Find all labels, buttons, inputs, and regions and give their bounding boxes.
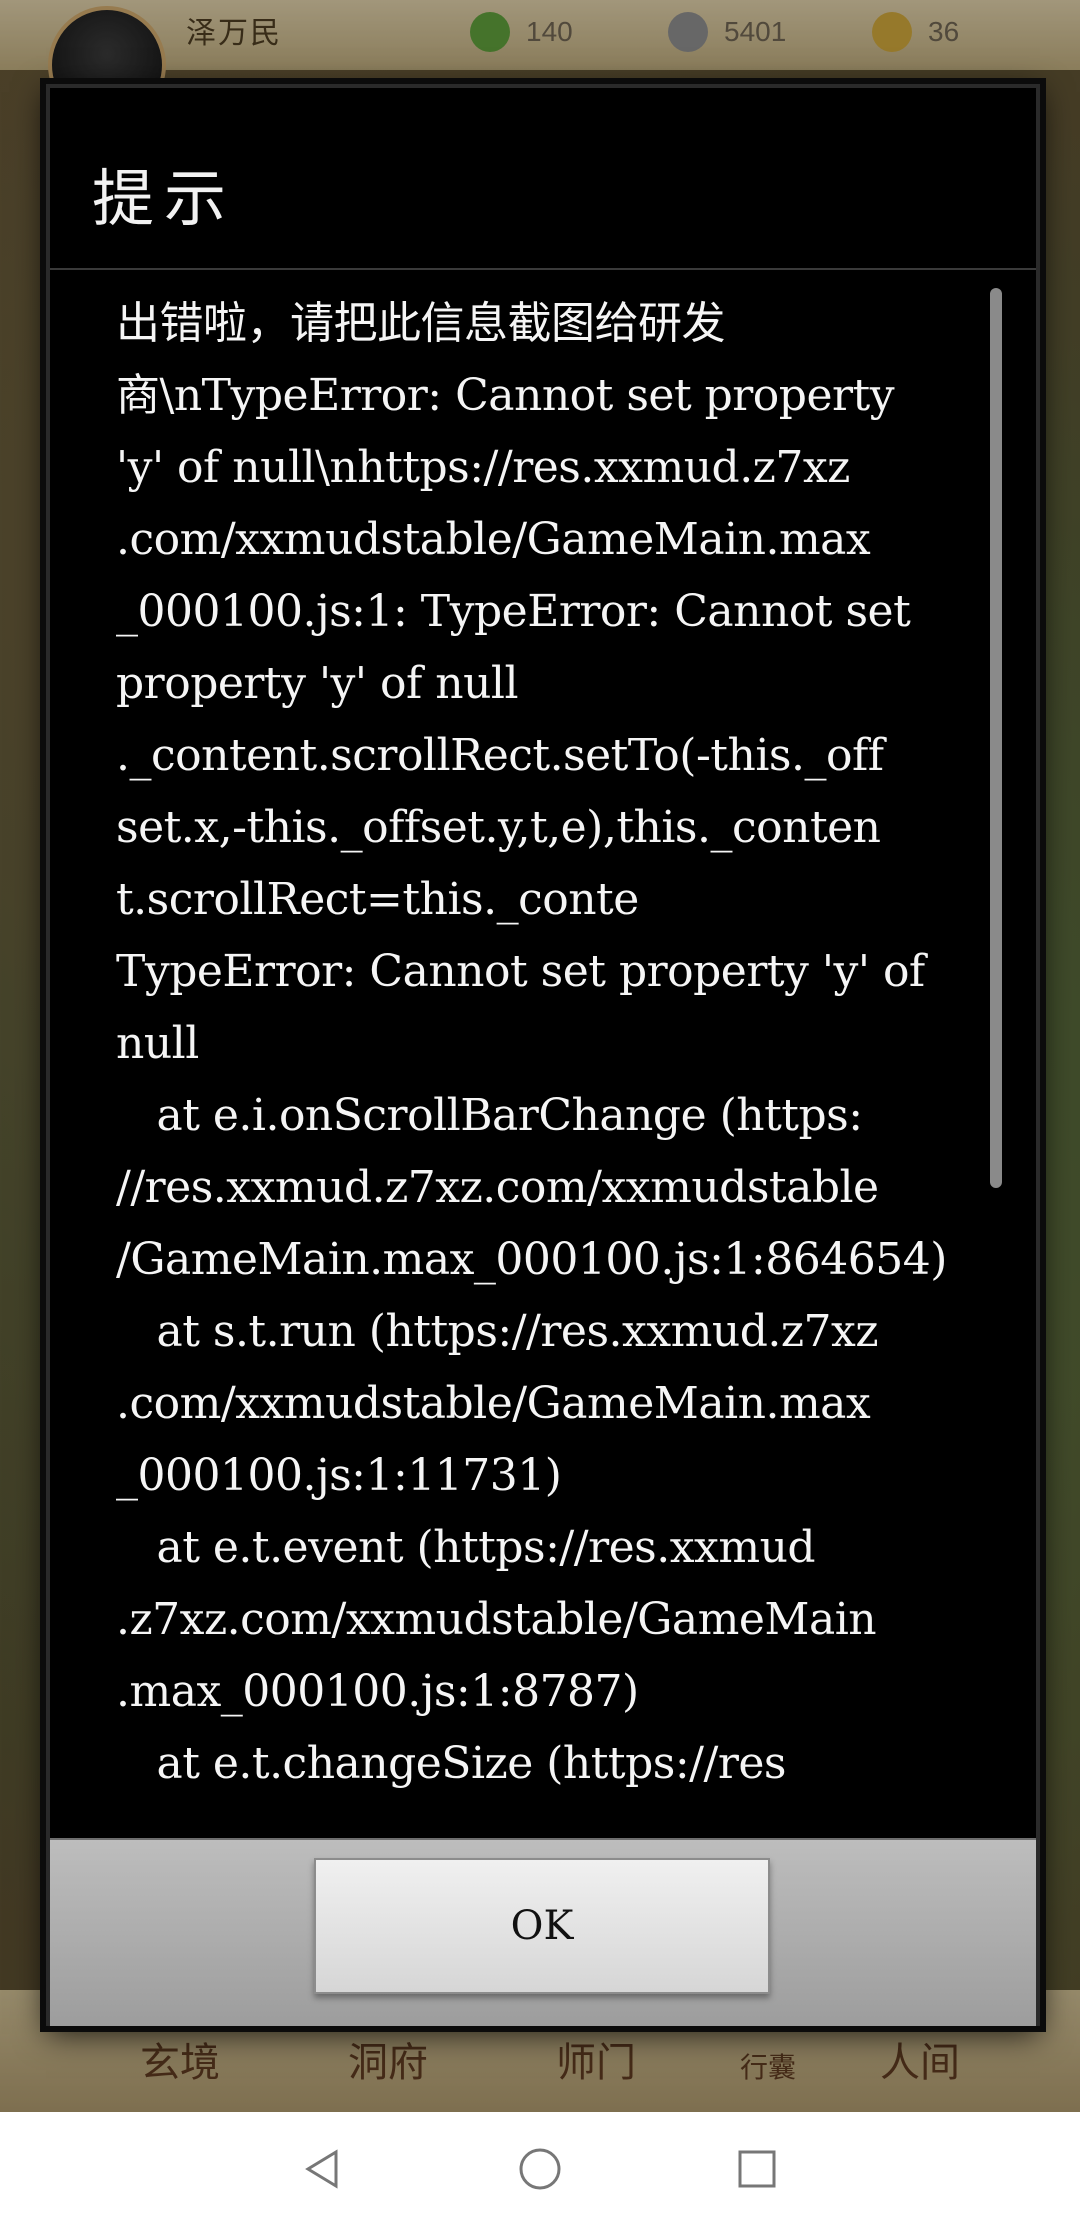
error-message-line: .max_000100.js:1:8787) <box>116 1666 639 1717</box>
error-message-line: 出错啦，请把此信息截图给研发 <box>116 298 726 349</box>
error-message-line: at s.t.run (https://res.xxmud.z7xz <box>156 1306 879 1357</box>
error-message-line: t.scrollRect=this._conte <box>116 874 639 925</box>
error-message-line: ._content.scrollRect.setTo(-this._off <box>116 730 884 781</box>
error-message-line: _000100.js:1: TypeError: Cannot set <box>116 586 911 637</box>
message-scrollbar[interactable] <box>990 288 1002 1188</box>
error-message-line: set.x,-this._offset.y,t,e),this._conten <box>116 802 881 853</box>
error-message-line: _000100.js:1:11731) <box>116 1450 562 1501</box>
ok-button[interactable]: OK <box>314 1858 770 1994</box>
error-message-line: 'y' of null\nhttps://res.xxmud.z7xz <box>116 442 850 493</box>
error-message-area[interactable]: 出错啦，请把此信息截图给研发 商\nTypeError: Cannot set … <box>116 288 966 1878</box>
title-divider <box>50 268 1036 270</box>
error-message-line: 商\nTypeError: Cannot set property <box>116 370 895 421</box>
error-message-line: property 'y' of null <box>116 658 519 709</box>
recents-icon[interactable] <box>734 2146 780 2192</box>
error-message-line: at e.t.changeSize (https://res <box>116 1738 786 1789</box>
error-message-line: .com/xxmudstable/GameMain.max <box>116 1378 871 1429</box>
error-message-line: TypeError: Cannot set property 'y' of <box>116 946 925 997</box>
error-message-line: at e.i.onScrollBarChange (https: <box>156 1090 863 1141</box>
error-message-line: null <box>116 1018 199 1069</box>
dialog-button-bar: OK <box>50 1838 1036 2026</box>
error-message-line: /GameMain.max_000100.js:1:864654) <box>116 1234 947 1285</box>
error-message-line: .z7xz.com/xxmudstable/GameMain <box>116 1594 877 1645</box>
error-message-text: 出错啦，请把此信息截图给研发 商\nTypeError: Cannot set … <box>116 288 966 1800</box>
back-icon[interactable] <box>300 2146 346 2192</box>
home-icon[interactable] <box>517 2146 563 2192</box>
system-nav-bar <box>0 2112 1080 2220</box>
dialog-title: 提示 <box>92 162 237 235</box>
error-message-line: .com/xxmudstable/GameMain.max <box>116 514 871 565</box>
error-message-line: //res.xxmud.z7xz.com/xxmudstable <box>116 1162 879 1213</box>
error-dialog: 提示 出错啦，请把此信息截图给研发 商\nTypeError: Cannot s… <box>46 84 1040 2026</box>
error-message-line: at e.t.event (https://res.xxmud <box>156 1522 816 1573</box>
